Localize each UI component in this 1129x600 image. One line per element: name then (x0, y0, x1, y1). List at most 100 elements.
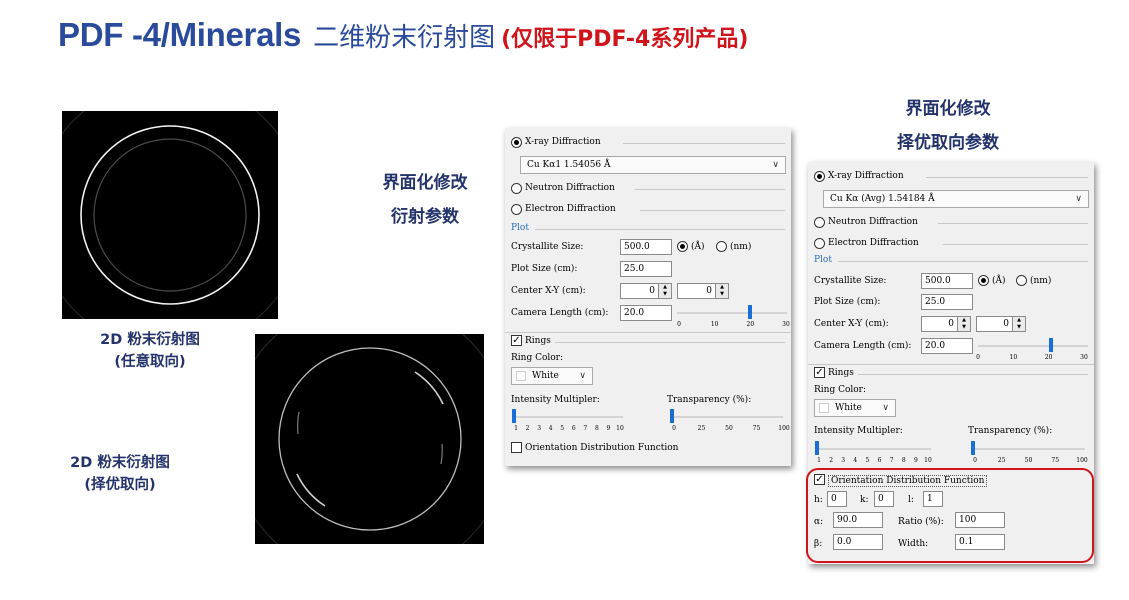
divider (640, 210, 785, 211)
divider (858, 374, 1088, 375)
ring-color-swatch (819, 403, 829, 413)
annotation-diffraction-params: 界面化修改 衍射参数 (355, 166, 495, 234)
xray-wavelength-select[interactable]: Cu Kα1 1.54056 Å ∨ (520, 156, 786, 174)
plot-size-input[interactable]: 25.0 (620, 261, 672, 277)
camera-length-slider-track[interactable] (978, 345, 1088, 347)
divider (535, 229, 785, 230)
transparency-label: Transparency (%): (667, 395, 752, 405)
transparency-slider-thumb[interactable] (670, 409, 674, 423)
center-x-value: 0 (649, 286, 655, 296)
rings-label: Rings (828, 368, 854, 378)
neutron-radio[interactable] (511, 183, 522, 194)
unit-angstrom-radio[interactable] (677, 241, 688, 252)
plot-size-label: Plot Size (cm): (814, 297, 881, 307)
center-y-value: 0 (1003, 319, 1009, 329)
slider-tick-label: 25 (997, 457, 1006, 464)
unit-angstrom-label: (Å) (691, 242, 705, 252)
camera-length-slider-thumb[interactable] (748, 305, 753, 319)
caption-preferred: 2D 粉末衍射图 (择优取向) (40, 452, 200, 496)
slider-tick-label: 20 (746, 321, 755, 328)
camera-length-slider-track[interactable] (677, 312, 787, 314)
transparency-slider-track[interactable] (973, 448, 1085, 450)
xray-label: X-ray Diffraction (828, 171, 904, 181)
center-y-stepper-buttons[interactable]: ▲ ▼ (1012, 317, 1025, 331)
intensity-label: Intensity Multipler: (511, 395, 600, 405)
odf-checkbox[interactable] (511, 442, 522, 453)
slider-tick-label: 25 (697, 425, 706, 432)
unit-nm-radio[interactable] (716, 241, 727, 252)
xray-label: X-ray Diffraction (525, 137, 601, 147)
xray-wavelength-value: Cu Kα (Avg) 1.54184 Å (830, 194, 935, 204)
center-xy-label: Center X-Y (cm): (814, 319, 889, 329)
camera-length-label: Camera Length (cm): (511, 308, 609, 318)
unit-nm-radio[interactable] (1016, 275, 1027, 286)
neutron-label: Neutron Diffraction (525, 183, 615, 193)
unit-angstrom-radio[interactable] (978, 275, 989, 286)
center-x-stepper-buttons[interactable]: ▲ ▼ (658, 284, 671, 298)
caption-random-line2: (任意取向) (114, 354, 186, 370)
rings-checkbox[interactable]: ✓ (511, 335, 522, 346)
transparency-slider-track[interactable] (671, 416, 783, 418)
center-x-spinner[interactable]: 0 ▲ ▼ (921, 316, 971, 332)
neutron-radio[interactable] (814, 217, 825, 228)
divider (926, 177, 1088, 178)
ring-color-value: White (532, 371, 559, 381)
slider-tick-label: 30 (782, 321, 790, 328)
center-y-spinner[interactable]: 0 ▲ ▼ (677, 283, 729, 299)
slide-title: PDF -4/Minerals 二维粉末衍射图 (仅限于PDF-4系列产品) (58, 16, 748, 54)
camera-length-input[interactable]: 20.0 (620, 305, 672, 321)
divider (623, 143, 785, 144)
camera-length-input[interactable]: 20.0 (921, 338, 973, 354)
divider (505, 332, 791, 333)
chevron-down-icon: ∨ (882, 403, 889, 413)
rings-label: Rings (525, 336, 551, 346)
crystallite-size-input[interactable]: 500.0 (620, 239, 672, 255)
title-main: PDF -4/Minerals (58, 16, 302, 53)
plot-size-label: Plot Size (cm): (511, 264, 578, 274)
plot-size-input[interactable]: 25.0 (921, 294, 973, 310)
intensity-slider-track[interactable] (513, 416, 623, 418)
diffraction-image-random (62, 111, 278, 319)
annotation-left-line2: 衍射参数 (391, 207, 459, 227)
center-xy-label: Center X-Y (cm): (511, 286, 586, 296)
center-x-spinner[interactable]: 0 ▲ ▼ (620, 283, 672, 299)
diffraction-image-preferred (255, 334, 484, 544)
annotation-left-line1: 界面化修改 (382, 173, 468, 193)
plot-section-label: Plot (814, 255, 832, 265)
electron-radio[interactable] (814, 238, 825, 249)
intensity-slider-track[interactable] (816, 448, 931, 450)
slider-tick-label: 75 (1051, 457, 1060, 464)
xray-radio[interactable] (511, 137, 522, 148)
intensity-slider-thumb[interactable] (512, 409, 516, 423)
electron-label: Electron Diffraction (828, 238, 919, 248)
electron-radio[interactable] (511, 204, 522, 215)
rings-checkbox[interactable]: ✓ (814, 367, 825, 378)
xray-wavelength-select[interactable]: Cu Kα (Avg) 1.54184 Å ∨ (823, 190, 1089, 208)
neutron-label: Neutron Diffraction (828, 217, 918, 227)
camera-length-ticks: 0 10 20 30 (505, 321, 791, 329)
center-y-spinner[interactable]: 0 ▲ ▼ (976, 316, 1026, 332)
transparency-slider-thumb[interactable] (971, 441, 975, 455)
annotation-right-line1: 界面化修改 (905, 99, 991, 119)
center-y-value: 0 (706, 286, 712, 296)
divider (555, 342, 785, 343)
slider-tick-label: 50 (725, 425, 733, 432)
ring-color-select[interactable]: White ∨ (814, 399, 896, 417)
chevron-down-icon: ∨ (1075, 194, 1082, 204)
ring-color-value: White (835, 403, 862, 413)
annotation-orientation-params: 界面化修改 择优取向参数 (868, 92, 1028, 160)
divider (838, 261, 1088, 262)
center-x-stepper-buttons[interactable]: ▲ ▼ (957, 317, 970, 331)
intensity-label: Intensity Multipler: (814, 426, 903, 436)
slider-tick-label: 75 (752, 425, 761, 432)
odf-label: Orientation Distribution Function (525, 443, 679, 453)
ring-color-select[interactable]: White ∨ (511, 367, 593, 385)
xray-wavelength-value: Cu Kα1 1.54056 Å (527, 160, 611, 170)
slider-tick-label: 0 (973, 457, 977, 464)
intensity-slider-thumb[interactable] (815, 441, 819, 455)
camera-length-slider-thumb[interactable] (1049, 338, 1054, 352)
xray-radio[interactable] (814, 171, 825, 182)
center-y-stepper-buttons[interactable]: ▲ ▼ (715, 284, 728, 298)
divider (943, 244, 1088, 245)
crystallite-size-input[interactable]: 500.0 (921, 273, 973, 289)
